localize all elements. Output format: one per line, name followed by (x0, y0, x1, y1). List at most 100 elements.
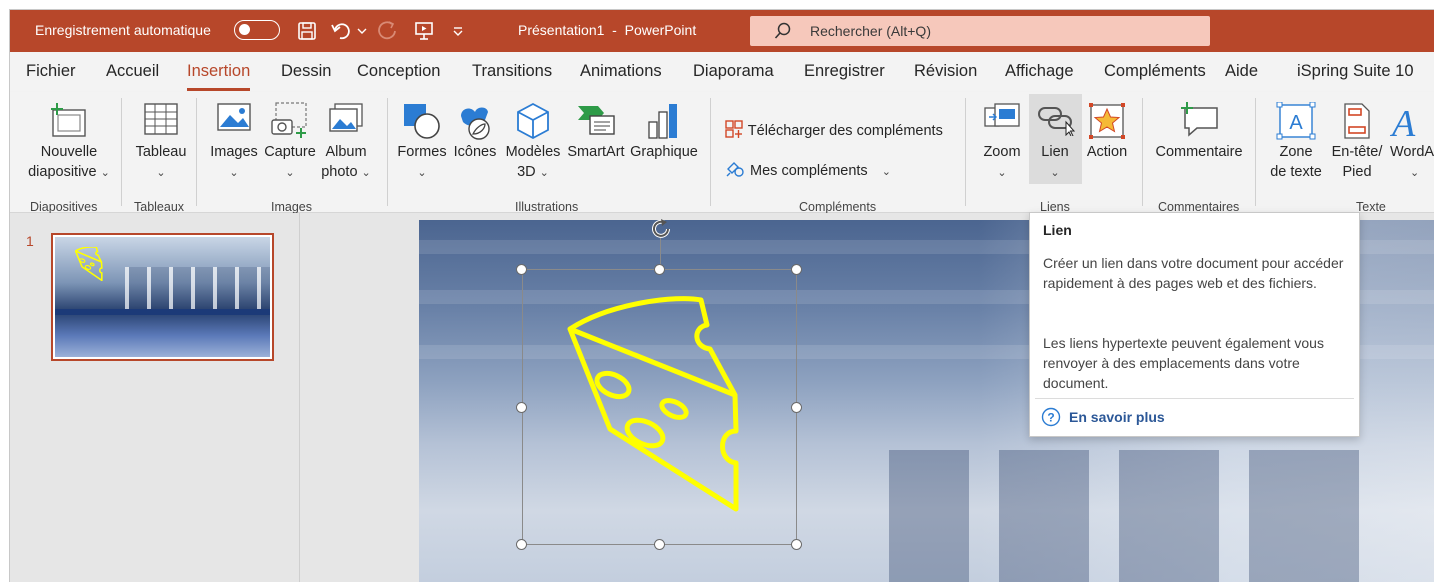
comment-label: Commentaire (1155, 144, 1243, 160)
resize-handle-top-left[interactable] (516, 264, 527, 275)
smartart-label: SmartArt (567, 144, 625, 160)
learn-more-label: En savoir plus (1069, 409, 1165, 425)
capture-button[interactable]: Capture ⌄ (262, 92, 318, 183)
resize-handle-right[interactable] (791, 402, 802, 413)
window-pane (999, 450, 1089, 582)
capture-label: Capture (264, 144, 316, 160)
resize-handle-bottom-left[interactable] (516, 539, 527, 550)
action-label: Action (1086, 144, 1128, 160)
action-button[interactable]: Action (1082, 92, 1132, 162)
comment-button[interactable]: Commentaire (1152, 92, 1246, 162)
tooltip-description-2: Les liens hypertexte peuvent également v… (1043, 335, 1324, 391)
tab-fichier[interactable]: Fichier (26, 62, 76, 81)
3d-models-button[interactable]: Modèles 3D ⌄ (502, 92, 564, 183)
table-button[interactable]: Tableau ⌄ (130, 92, 192, 183)
chevron-down-icon: ⌄ (417, 167, 427, 179)
save-icon[interactable] (296, 20, 318, 42)
textbox-icon: A (1266, 92, 1326, 142)
resize-handle-left[interactable] (516, 402, 527, 413)
chevron-down-icon: ⌄ (539, 167, 549, 179)
tab-dessin[interactable]: Dessin (281, 62, 331, 81)
resize-handle-top-right[interactable] (791, 264, 802, 275)
thumbnail-band (55, 309, 270, 315)
tab-revision[interactable]: Révision (914, 62, 977, 81)
cheese-icon-small (75, 247, 103, 281)
group-label-tables: Tableaux (134, 200, 185, 214)
tab-conception[interactable]: Conception (357, 62, 440, 81)
svg-text:?: ? (1047, 411, 1054, 425)
undo-dropdown-chevron-icon[interactable] (356, 20, 368, 42)
tab-transitions[interactable]: Transitions (472, 62, 552, 81)
help-icon: ? (1041, 407, 1061, 427)
comment-icon (1152, 92, 1246, 142)
chevron-down-icon: ⌄ (229, 167, 239, 179)
group-label-slides: Diapositives (30, 200, 98, 214)
my-addins-button[interactable]: Mes compléments ⌄ (724, 159, 891, 179)
get-addins-button[interactable]: Télécharger des compléments (724, 119, 943, 139)
new-slide-label-2: diapositive (28, 164, 97, 180)
customize-toolbar-icon[interactable] (450, 20, 466, 42)
photo-album-button[interactable]: Album photo ⌄ (320, 92, 372, 183)
ribbon-insertion: Nouvelle diapositive ⌄ Diapositives Tabl… (10, 92, 1434, 214)
link-button[interactable]: Lien ⌄ (1031, 92, 1079, 183)
title-bar: Enregistrement automatique Présentation1… (10, 10, 1434, 52)
rotate-handle-icon[interactable] (648, 216, 674, 242)
tab-affichage[interactable]: Affichage (1005, 62, 1074, 81)
thumbnail-image (55, 237, 270, 357)
images-button[interactable]: Images ⌄ (208, 92, 260, 183)
action-star-icon (1082, 92, 1132, 142)
tab-enregistrer[interactable]: Enregistrer (804, 62, 885, 81)
header-footer-icon (1326, 92, 1388, 142)
chevron-down-icon: ⌄ (997, 167, 1007, 179)
search-placeholder: Rechercher (Alt+Q) (810, 23, 931, 39)
shapes-button[interactable]: Formes ⌄ (396, 92, 448, 183)
tab-ispring[interactable]: iSpring Suite 10 (1297, 62, 1414, 81)
resize-handle-bottom-right[interactable] (791, 539, 802, 550)
window-pane (1119, 450, 1219, 582)
autosave-toggle[interactable] (234, 20, 280, 40)
chart-button[interactable]: Graphique (628, 92, 700, 162)
tab-complements[interactable]: Compléments (1104, 62, 1206, 81)
3d-models-label-1: Modèles (505, 144, 561, 160)
redo-icon[interactable] (376, 20, 400, 42)
svg-text:A: A (1389, 103, 1416, 140)
present-from-start-icon[interactable] (412, 20, 436, 42)
shapes-icon (396, 92, 448, 142)
shapes-label: Formes (397, 144, 447, 160)
undo-icon[interactable] (330, 20, 354, 42)
tab-diaporama[interactable]: Diaporama (693, 62, 774, 81)
resize-handle-bottom[interactable] (654, 539, 665, 550)
link-chain-icon (1031, 92, 1079, 142)
search-input[interactable]: Rechercher (Alt+Q) (750, 16, 1210, 46)
images-label: Images (210, 144, 258, 160)
icons-button[interactable]: Icônes (450, 92, 500, 162)
tab-accueil[interactable]: Accueil (106, 62, 159, 81)
3d-cube-icon (502, 92, 564, 142)
smartart-icon (564, 92, 628, 142)
new-slide-label-1: Nouvelle (40, 144, 98, 160)
zoom-button[interactable]: Zoom ⌄ (978, 92, 1026, 183)
resize-handle-top[interactable] (654, 264, 665, 275)
selection-frame (522, 269, 797, 545)
textbox-label-2: de texte (1270, 164, 1322, 180)
document-title: Présentation1 - PowerPoint (518, 22, 697, 38)
new-slide-button[interactable]: Nouvelle diapositive ⌄ (27, 92, 111, 183)
chevron-down-icon: ⌄ (156, 167, 166, 179)
smartart-button[interactable]: SmartArt (564, 92, 628, 162)
learn-more-link[interactable]: ? En savoir plus (1041, 407, 1165, 427)
header-footer-button[interactable]: En-tête/ Pied (1326, 92, 1388, 182)
get-addins-label: Télécharger des compléments (747, 123, 943, 139)
tab-aide[interactable]: Aide (1225, 62, 1258, 81)
textbox-button[interactable]: A Zone de texte (1266, 92, 1326, 182)
tab-insertion[interactable]: Insertion (187, 62, 251, 91)
slide-thumbnail[interactable] (51, 233, 274, 361)
wordart-label: WordA (1390, 144, 1434, 160)
wordart-button[interactable]: A WordA ⌄ (1389, 92, 1434, 183)
svg-text:A: A (1289, 112, 1303, 134)
group-separator (965, 98, 966, 206)
tab-animations[interactable]: Animations (580, 62, 662, 81)
3d-models-label-2: 3D (517, 164, 536, 180)
wordart-icon: A (1389, 92, 1434, 142)
group-label-addins: Compléments (799, 200, 877, 214)
group-separator (1255, 98, 1256, 206)
